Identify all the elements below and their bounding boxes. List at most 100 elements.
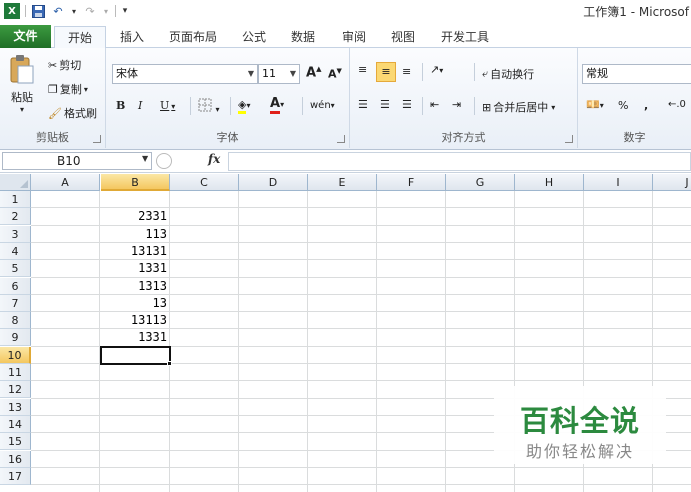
column-gridline bbox=[445, 191, 446, 492]
borders-button[interactable]: ▾ bbox=[198, 98, 220, 115]
bold-button[interactable]: B bbox=[116, 99, 125, 112]
row-header-3[interactable]: 3 bbox=[0, 225, 31, 243]
accounting-format-icon[interactable]: 💴▾ bbox=[586, 98, 604, 111]
percent-button[interactable]: % bbox=[618, 99, 628, 112]
align-middle-icon[interactable]: ≡ bbox=[376, 62, 396, 82]
tab-developer[interactable]: 开发工具 bbox=[434, 26, 496, 48]
column-header-j[interactable]: J bbox=[653, 174, 691, 191]
align-left-icon[interactable]: ☰ bbox=[358, 98, 368, 111]
row-header-12[interactable]: 12 bbox=[0, 381, 31, 399]
increase-decimal-icon[interactable]: ←.0 bbox=[668, 99, 686, 110]
grow-font-button[interactable]: A▲ bbox=[306, 65, 321, 80]
decrease-indent-icon[interactable]: ⇤ bbox=[430, 98, 439, 111]
column-header-d[interactable]: D bbox=[239, 174, 308, 191]
column-header-i[interactable]: I bbox=[584, 174, 653, 191]
row-header-11[interactable]: 11 bbox=[0, 364, 31, 381]
column-header-f[interactable]: F bbox=[377, 174, 446, 191]
excel-logo-icon: X bbox=[4, 3, 20, 19]
italic-button[interactable]: I bbox=[138, 99, 142, 112]
row-header-1[interactable]: 1 bbox=[0, 191, 31, 208]
orientation-icon[interactable]: ↗▾ bbox=[430, 63, 443, 76]
column-header-a[interactable]: A bbox=[31, 174, 100, 191]
font-size-combo[interactable]: 11 ▼ bbox=[258, 64, 300, 84]
row-header-17[interactable]: 17 bbox=[0, 467, 31, 485]
clipboard-group-label: 剪贴板 bbox=[36, 131, 69, 144]
row-header-14[interactable]: 14 bbox=[0, 415, 31, 433]
font-size-dropdown-icon[interactable]: ▼ bbox=[290, 65, 296, 83]
row-header-7[interactable]: 7 bbox=[0, 294, 31, 312]
phonetic-guide-button[interactable]: wén▾ bbox=[310, 98, 335, 111]
fill-handle[interactable] bbox=[167, 361, 172, 366]
tab-data[interactable]: 数据 bbox=[283, 26, 323, 48]
clipboard-launcher-icon[interactable] bbox=[93, 135, 101, 143]
cell-b8[interactable]: 13113 bbox=[101, 312, 170, 329]
fill-color-button[interactable]: ◈▾ bbox=[238, 98, 250, 114]
cell-b7[interactable]: 13 bbox=[101, 295, 170, 312]
row-header-6[interactable]: 6 bbox=[0, 277, 31, 295]
wrap-text-button[interactable]: ⤶ 自动换行 bbox=[482, 66, 534, 82]
tab-review[interactable]: 审阅 bbox=[334, 26, 374, 48]
column-header-g[interactable]: G bbox=[446, 174, 515, 191]
row-header-10[interactable]: 10 bbox=[0, 346, 31, 364]
cell-b5[interactable]: 1331 bbox=[101, 260, 170, 277]
undo-dropdown-icon[interactable]: ▾ bbox=[70, 3, 78, 19]
active-cell-selection[interactable] bbox=[100, 345, 171, 365]
tab-page-layout[interactable]: 页面布局 bbox=[163, 26, 223, 48]
increase-indent-icon[interactable]: ⇥ bbox=[452, 98, 461, 111]
column-header-b[interactable]: B bbox=[101, 174, 170, 191]
row-header-5[interactable]: 5 bbox=[0, 260, 31, 278]
column-header-e[interactable]: E bbox=[308, 174, 377, 191]
copy-button[interactable]: ❐ 复制 ▾ bbox=[48, 81, 88, 97]
tab-view[interactable]: 视图 bbox=[383, 26, 423, 48]
number-format-combo[interactable]: 常规 bbox=[582, 64, 691, 84]
insert-function-button[interactable]: fx bbox=[208, 152, 220, 166]
formula-bar-handle[interactable] bbox=[156, 153, 172, 169]
font-name-dropdown-icon[interactable]: ▼ bbox=[248, 65, 254, 83]
column-header-h[interactable]: H bbox=[515, 174, 584, 191]
alignment-launcher-icon[interactable] bbox=[565, 135, 573, 143]
column-header-c[interactable]: C bbox=[170, 174, 239, 191]
align-top-icon[interactable]: ≡ bbox=[358, 63, 367, 76]
font-color-button[interactable]: A▾ bbox=[270, 96, 284, 114]
merge-center-button[interactable]: ⊞ 合并后居中 ▾ bbox=[482, 99, 555, 115]
align-center-icon[interactable]: ☰ bbox=[380, 98, 390, 111]
tab-insert[interactable]: 插入 bbox=[112, 26, 152, 48]
cell-b3[interactable]: 113 bbox=[101, 226, 170, 243]
tab-home[interactable]: 开始 bbox=[54, 26, 106, 49]
save-icon[interactable] bbox=[30, 3, 46, 19]
shrink-font-button[interactable]: A▼ bbox=[328, 67, 342, 81]
alignment-group-label: 对齐方式 bbox=[441, 131, 486, 144]
align-right-icon[interactable]: ☰ bbox=[402, 98, 412, 111]
customize-qat-icon[interactable]: ▾ bbox=[120, 3, 130, 19]
row-header-2[interactable]: 2 bbox=[0, 208, 31, 226]
row-header-4[interactable]: 4 bbox=[0, 242, 31, 260]
format-painter-button[interactable]: 🖌 格式刷 bbox=[48, 105, 97, 121]
row-header-8[interactable]: 8 bbox=[0, 312, 31, 330]
row-gridline bbox=[31, 380, 691, 382]
tab-formulas[interactable]: 公式 bbox=[234, 26, 274, 48]
tab-file[interactable]: 文件 bbox=[0, 25, 51, 48]
align-bottom-icon[interactable]: ≡ bbox=[402, 65, 411, 78]
underline-button[interactable]: U ▾ bbox=[160, 99, 175, 112]
row-header-9[interactable]: 9 bbox=[0, 329, 31, 347]
comma-style-button[interactable]: , bbox=[644, 99, 648, 112]
row-header-13[interactable]: 13 bbox=[0, 398, 31, 416]
undo-icon[interactable]: ↶ bbox=[50, 3, 66, 19]
name-box[interactable]: B10 bbox=[2, 152, 152, 170]
paste-button[interactable]: 粘贴 ▾ bbox=[6, 54, 38, 124]
formula-input[interactable] bbox=[228, 152, 691, 171]
font-name-combo[interactable]: 宋体 ▼ bbox=[112, 64, 258, 84]
name-box-dropdown-icon[interactable]: ▼ bbox=[142, 154, 148, 163]
cell-b4[interactable]: 13131 bbox=[101, 243, 170, 260]
font-launcher-icon[interactable] bbox=[337, 135, 345, 143]
redo-icon[interactable]: ↷ bbox=[82, 3, 98, 19]
row-header-15[interactable]: 15 bbox=[0, 433, 31, 451]
cell-b6[interactable]: 1313 bbox=[101, 278, 170, 295]
cell-b9[interactable]: 1331 bbox=[101, 329, 170, 346]
font-separator bbox=[190, 97, 191, 115]
redo-dropdown-icon[interactable]: ▾ bbox=[102, 3, 110, 19]
select-all-button[interactable] bbox=[0, 174, 31, 191]
row-header-16[interactable]: 16 bbox=[0, 450, 31, 468]
cell-b2[interactable]: 2331 bbox=[101, 208, 170, 225]
cut-button[interactable]: ✂ 剪切 bbox=[48, 57, 81, 73]
